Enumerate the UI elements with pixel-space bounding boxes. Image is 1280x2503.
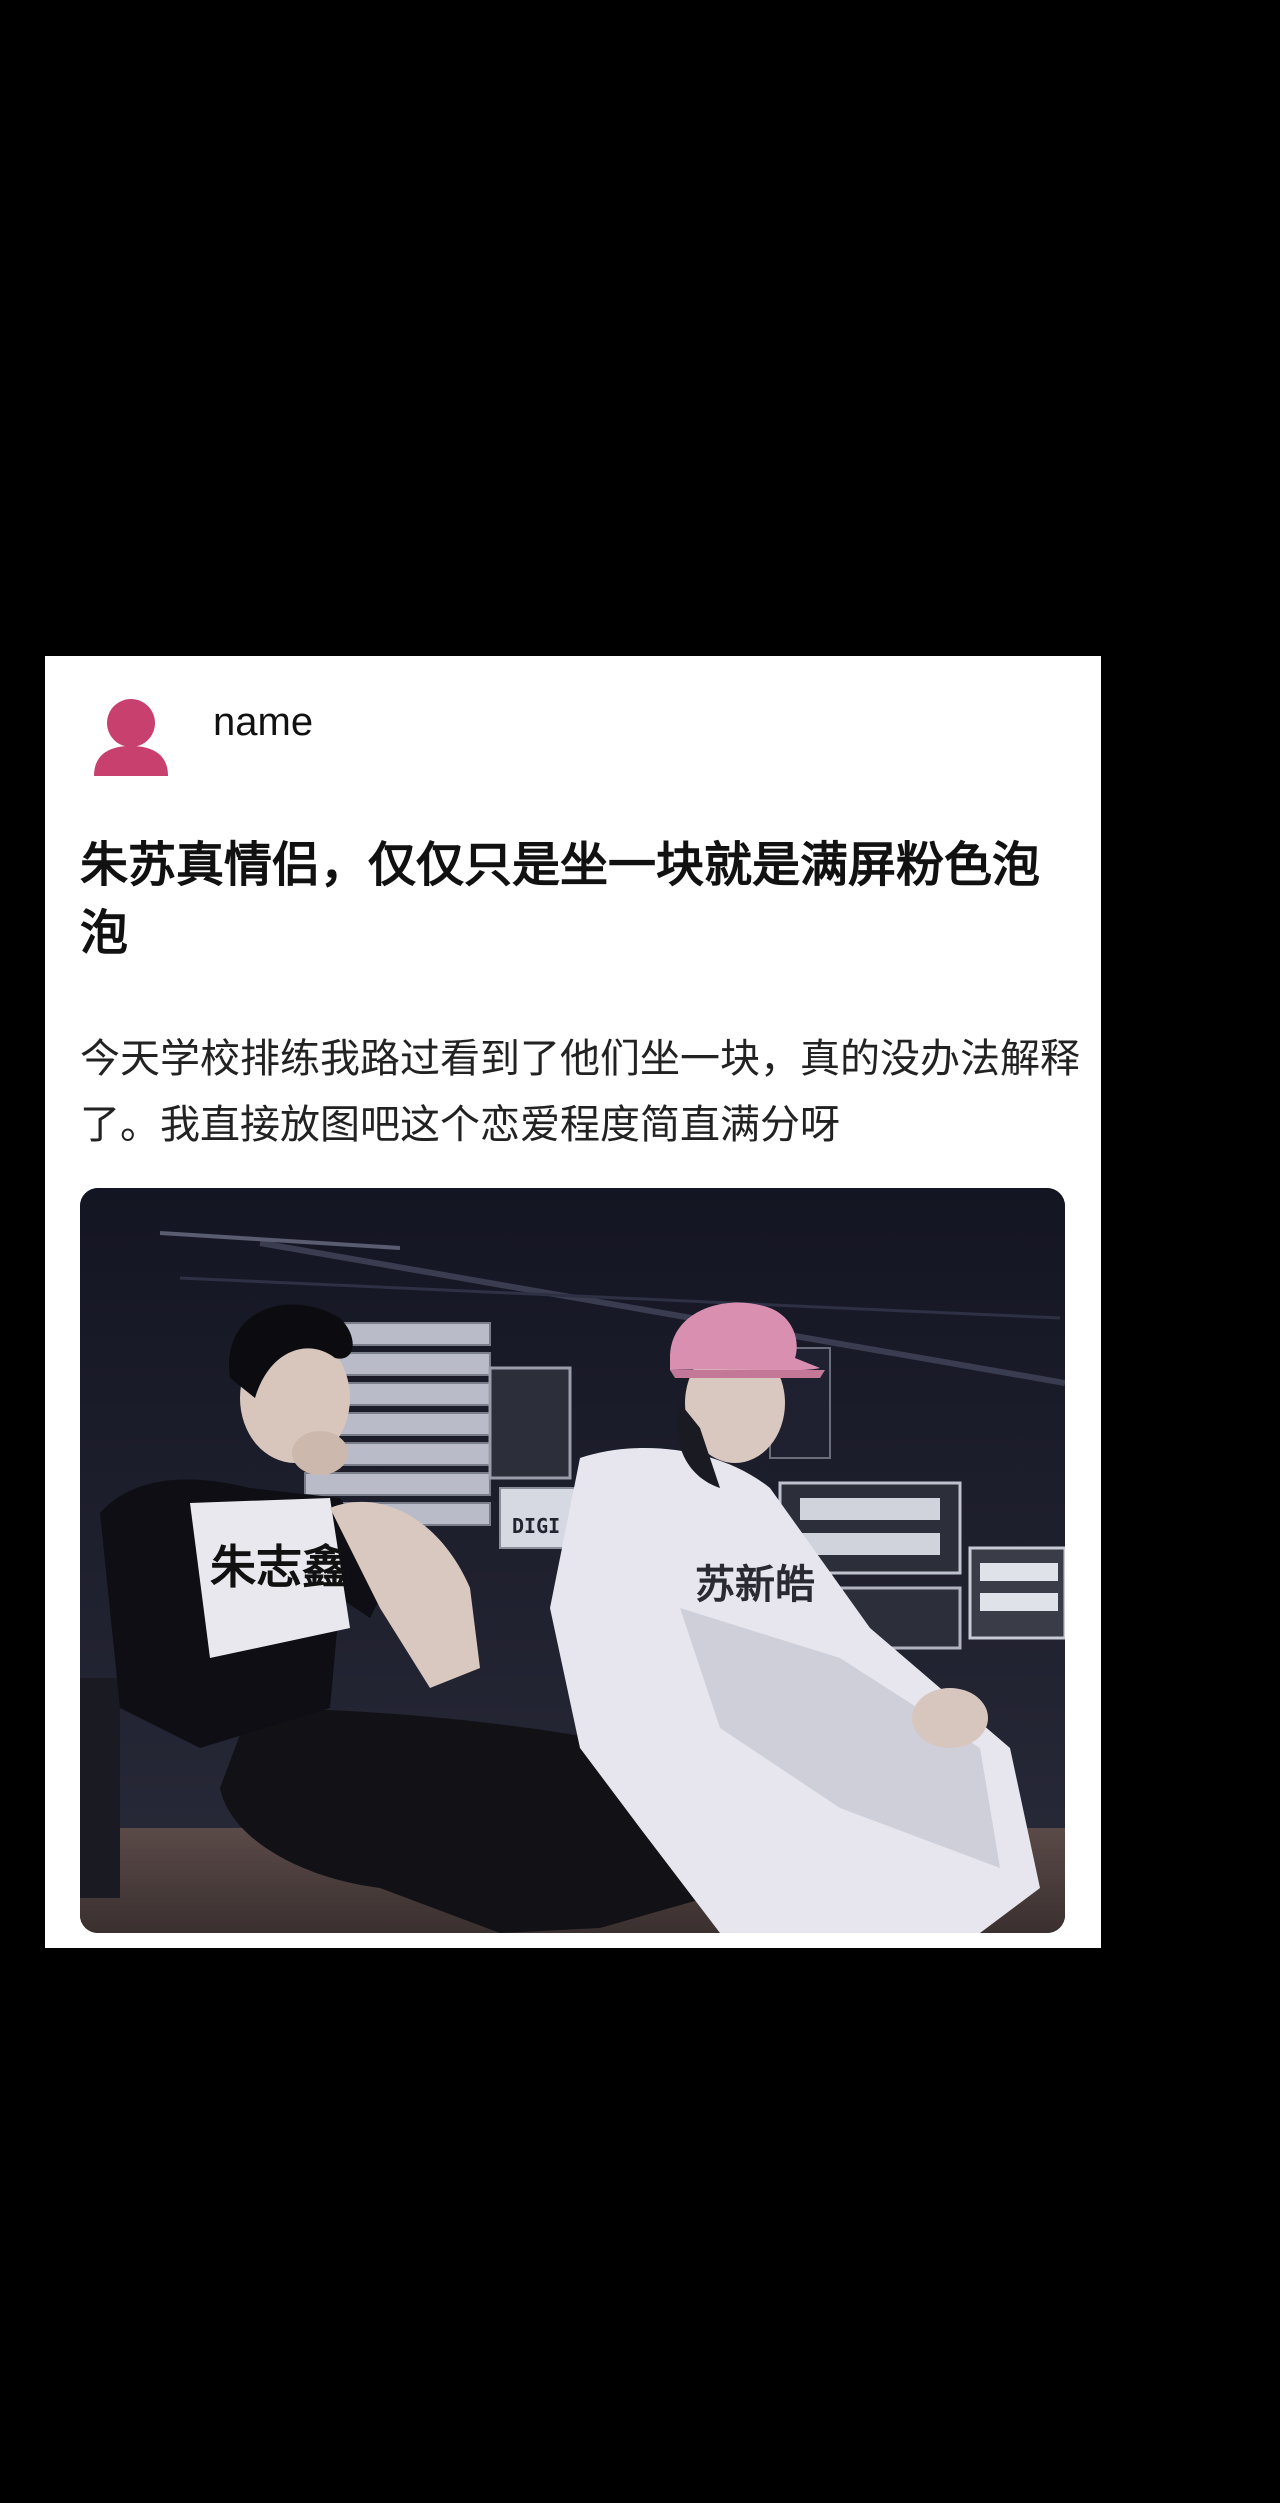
post-title: 朱苏真情侣，仅仅只是坐一块就是满屏粉色泡泡 — [80, 837, 1041, 961]
shirt-text-left: 朱志鑫 — [210, 1540, 348, 1594]
post-body: 今天学校排练我路过看到了他们坐一块，真的没办法解释了。我直接放图吧这个恋爱程度简… — [80, 1036, 1080, 1148]
equipment-label: DIGI — [512, 1514, 560, 1538]
post-header: name — [45, 656, 1101, 796]
user-avatar-icon[interactable] — [90, 696, 172, 778]
post-photo[interactable]: DIGI 朱志鑫 苏新皓 — [80, 1188, 1065, 1933]
shirt-text-right: 苏新皓 — [695, 1562, 815, 1608]
author-name[interactable]: name — [213, 698, 313, 746]
page: name 朱苏真情侣，仅仅只是坐一块就是满屏粉色泡泡 今天学校排练我路过看到了他… — [0, 0, 1280, 2503]
post-card: name 朱苏真情侣，仅仅只是坐一块就是满屏粉色泡泡 今天学校排练我路过看到了他… — [45, 656, 1101, 1948]
